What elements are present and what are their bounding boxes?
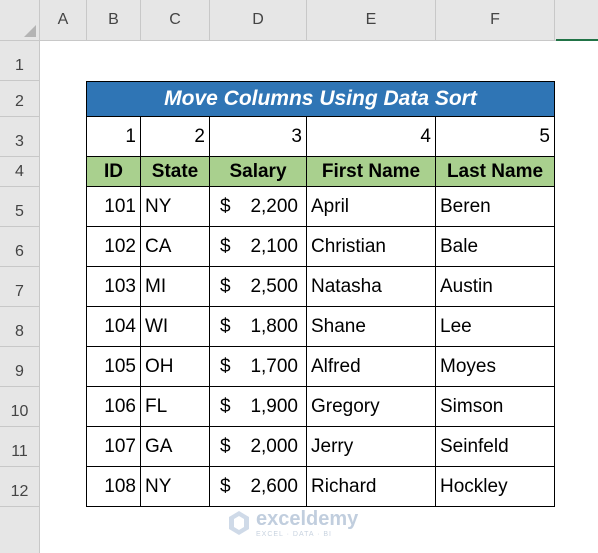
sort-number-cell[interactable]: 4	[307, 117, 436, 157]
id-cell[interactable]: 104	[86, 307, 141, 347]
last-name-cell[interactable]: Simson	[436, 387, 555, 427]
currency-symbol: $	[220, 475, 231, 497]
sort-number-cell[interactable]: 5	[436, 117, 555, 157]
column-header-a[interactable]: A	[40, 0, 87, 41]
id-cell[interactable]: 107	[86, 427, 141, 467]
row-header-11[interactable]: 11	[0, 427, 40, 467]
row-header-5[interactable]: 5	[0, 187, 40, 227]
last-name-cell[interactable]: Seinfeld	[436, 427, 555, 467]
currency-symbol: $	[220, 355, 231, 377]
state-cell[interactable]: OH	[141, 347, 210, 387]
last-name-cell[interactable]: Lee	[436, 307, 555, 347]
last-name-cell[interactable]: Austin	[436, 267, 555, 307]
select-all-triangle-icon	[24, 25, 36, 37]
id-cell[interactable]: 102	[86, 227, 141, 267]
state-cell[interactable]: CA	[141, 227, 210, 267]
last-name-cell[interactable]: Bale	[436, 227, 555, 267]
id-cell[interactable]: 101	[86, 187, 141, 227]
header-state[interactable]: State	[141, 157, 210, 187]
exceldemy-logo-icon	[229, 511, 249, 535]
row-header-13[interactable]	[0, 507, 40, 553]
select-all-corner[interactable]	[0, 0, 40, 41]
salary-cell[interactable]: $2,100	[210, 227, 307, 267]
currency-symbol: $	[220, 395, 231, 417]
salary-value: 2,200	[250, 195, 298, 217]
selection-indicator	[556, 39, 598, 41]
header-first-name[interactable]: First Name	[307, 157, 436, 187]
state-cell[interactable]: WI	[141, 307, 210, 347]
column-header-d[interactable]: D	[210, 0, 307, 41]
salary-value: 1,700	[250, 355, 298, 377]
currency-symbol: $	[220, 195, 231, 217]
column-header-e[interactable]: E	[307, 0, 436, 41]
state-cell[interactable]: NY	[141, 187, 210, 227]
row-header-7[interactable]: 7	[0, 267, 40, 307]
watermark-tagline: EXCEL · DATA · BI	[256, 530, 332, 538]
row-header-10[interactable]: 10	[0, 387, 40, 427]
spreadsheet-grid: A B C D E F 1 2 3 4 5 6 7 8 9 10 11 12 M…	[0, 0, 598, 553]
salary-value: 1,900	[250, 395, 298, 417]
column-header-f[interactable]: F	[436, 0, 555, 41]
sort-number-cell[interactable]: 1	[86, 117, 141, 157]
row-header-1[interactable]: 1	[0, 41, 40, 81]
salary-cell[interactable]: $1,900	[210, 387, 307, 427]
salary-cell[interactable]: $2,000	[210, 427, 307, 467]
row-header-4[interactable]: 4	[0, 157, 40, 187]
column-header-next[interactable]	[555, 0, 598, 41]
salary-cell[interactable]: $1,700	[210, 347, 307, 387]
first-name-cell[interactable]: Richard	[307, 467, 436, 507]
column-header-c[interactable]: C	[141, 0, 210, 41]
row-header-9[interactable]: 9	[0, 347, 40, 387]
last-name-cell[interactable]: Beren	[436, 187, 555, 227]
last-name-cell[interactable]: Moyes	[436, 347, 555, 387]
salary-value: 1,800	[250, 315, 298, 337]
first-name-cell[interactable]: Christian	[307, 227, 436, 267]
currency-symbol: $	[220, 315, 231, 337]
first-name-cell[interactable]: Shane	[307, 307, 436, 347]
salary-cell[interactable]: $2,600	[210, 467, 307, 507]
id-cell[interactable]: 103	[86, 267, 141, 307]
state-cell[interactable]: FL	[141, 387, 210, 427]
row-header-12[interactable]: 12	[0, 467, 40, 507]
salary-value: 2,000	[250, 435, 298, 457]
salary-value: 2,500	[250, 275, 298, 297]
header-id[interactable]: ID	[86, 157, 141, 187]
first-name-cell[interactable]: Jerry	[307, 427, 436, 467]
row-header-8[interactable]: 8	[0, 307, 40, 347]
column-header-b[interactable]: B	[87, 0, 141, 41]
id-cell[interactable]: 108	[86, 467, 141, 507]
header-last-name[interactable]: Last Name	[436, 157, 555, 187]
row-header-2[interactable]: 2	[0, 81, 40, 117]
state-cell[interactable]: MI	[141, 267, 210, 307]
row-header-6[interactable]: 6	[0, 227, 40, 267]
header-salary[interactable]: Salary	[210, 157, 307, 187]
currency-symbol: $	[220, 435, 231, 457]
currency-symbol: $	[220, 235, 231, 257]
salary-cell[interactable]: $2,500	[210, 267, 307, 307]
exceldemy-watermark: exceldemy EXCEL · DATA · BI	[228, 506, 378, 540]
row-header-3[interactable]: 3	[0, 117, 40, 157]
watermark-name: exceldemy	[256, 507, 359, 530]
first-name-cell[interactable]: Alfred	[307, 347, 436, 387]
sort-number-cell[interactable]: 2	[141, 117, 210, 157]
salary-cell[interactable]: $2,200	[210, 187, 307, 227]
id-cell[interactable]: 106	[86, 387, 141, 427]
last-name-cell[interactable]: Hockley	[436, 467, 555, 507]
state-cell[interactable]: GA	[141, 427, 210, 467]
id-cell[interactable]: 105	[86, 347, 141, 387]
sort-number-cell[interactable]: 3	[210, 117, 307, 157]
first-name-cell[interactable]: Natasha	[307, 267, 436, 307]
first-name-cell[interactable]: Gregory	[307, 387, 436, 427]
state-cell[interactable]: NY	[141, 467, 210, 507]
salary-cell[interactable]: $1,800	[210, 307, 307, 347]
first-name-cell[interactable]: April	[307, 187, 436, 227]
salary-value: 2,100	[250, 235, 298, 257]
currency-symbol: $	[220, 275, 231, 297]
table-title[interactable]: Move Columns Using Data Sort	[86, 81, 555, 117]
salary-value: 2,600	[250, 475, 298, 497]
